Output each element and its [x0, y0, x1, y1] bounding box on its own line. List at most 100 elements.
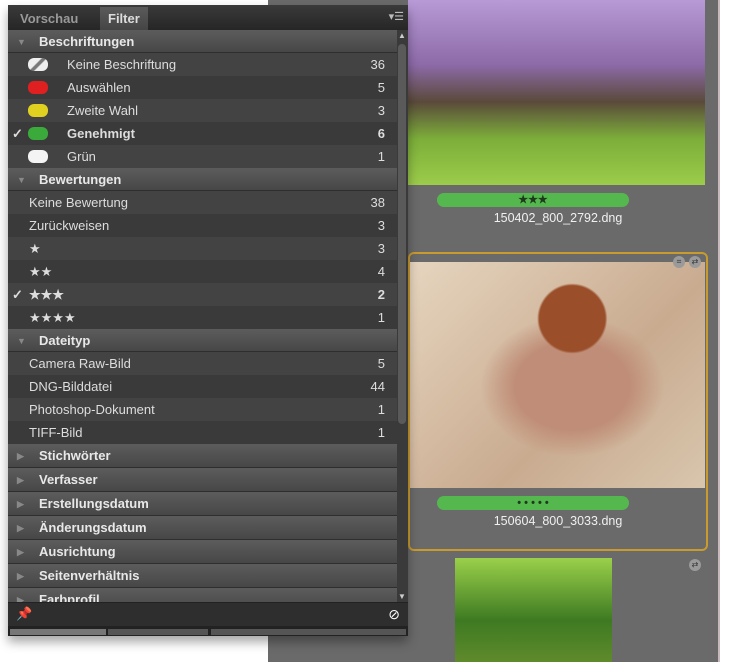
scrollbar-thumb[interactable]	[398, 44, 406, 424]
thumbnail-filename: 150402_800_2792.dng	[493, 211, 623, 225]
filter-item[interactable]: Keine Beschriftung 36	[8, 53, 397, 76]
filter-item-count: 3	[377, 218, 385, 233]
filter-item[interactable]: DNG-Bilddatei 44	[8, 375, 397, 398]
label-color-icon	[28, 150, 48, 163]
filter-item[interactable]: Photoshop-Dokument 1	[8, 398, 397, 421]
filter-item-count: 4	[377, 264, 385, 279]
section-title: Bewertungen	[39, 172, 122, 187]
filetype-header[interactable]: ▼ Dateityp	[8, 329, 397, 352]
disclosure-closed-icon[interactable]: ▶	[17, 493, 24, 516]
filter-item-count: 36	[370, 57, 385, 72]
filter-item-label: ★★★	[29, 287, 64, 302]
filter-item[interactable]: Keine Bewertung 38	[8, 191, 397, 214]
filter-item[interactable]: ✓ Genehmigt 6	[8, 122, 397, 145]
collapsed-0-header[interactable]: ▶ Stichwörter	[8, 444, 397, 468]
collapsed-2-header[interactable]: ▶ Erstellungsdatum	[8, 492, 397, 516]
disclosure-open-icon[interactable]: ▼	[17, 330, 26, 353]
section-title: Dateityp	[39, 333, 91, 348]
filter-item[interactable]: Auswählen 5	[8, 76, 397, 99]
thumbnail-image[interactable]	[408, 0, 705, 185]
ratings-section: Keine Bewertung 38 Zurückweisen 3 ★ 3 ★★ 4 ✓ ★★★ 2…	[8, 191, 397, 329]
label-color-icon	[28, 127, 48, 140]
filter-item-count: 1	[377, 149, 385, 164]
scrollbar[interactable]: ▲ ▼	[397, 30, 408, 602]
filter-item-count: 38	[370, 195, 385, 210]
collapsed-1-header[interactable]: ▶ Verfasser	[8, 468, 397, 492]
section-title: Stichwörter	[39, 448, 111, 463]
disclosure-closed-icon[interactable]: ▶	[17, 589, 24, 602]
filter-item-count: 3	[377, 103, 385, 118]
label-color-icon	[28, 104, 48, 117]
scroll-down-icon[interactable]: ▼	[398, 592, 406, 601]
collapsed-4-header[interactable]: ▶ Ausrichtung	[8, 540, 397, 564]
clear-filter-icon[interactable]: ⊘	[388, 606, 400, 623]
scroll-up-icon[interactable]: ▲	[398, 31, 406, 40]
collapsed-6-header[interactable]: ▶ Farbprofil	[8, 588, 397, 602]
filter-item-label: ★	[29, 241, 41, 256]
pin-icon[interactable]: 📌	[16, 606, 32, 622]
filter-item-count: 1	[377, 402, 385, 417]
filter-item-label: TIFF-Bild	[29, 425, 83, 440]
filter-item-count: 5	[377, 80, 385, 95]
panel-bottom-bar	[8, 626, 408, 636]
filter-item[interactable]: ★★★★ 1	[8, 306, 397, 329]
filter-item-label: DNG-Bilddatei	[29, 379, 113, 394]
section-title: Beschriftungen	[39, 34, 135, 49]
filter-item-count: 5	[377, 356, 385, 371]
filter-item[interactable]: ★★ 4	[8, 260, 397, 283]
labels-header[interactable]: ▼ Beschriftungen	[8, 30, 397, 53]
section-title: Verfasser	[39, 472, 98, 487]
rating-bar[interactable]: ★★★	[437, 193, 629, 207]
filter-item-label: Genehmigt	[67, 126, 135, 141]
thumbnail-filename: 150604_800_3033.dng	[493, 514, 623, 528]
filter-item[interactable]: Zurückweisen 3	[8, 214, 397, 237]
filter-item-count: 44	[370, 379, 385, 394]
section-title: Ausrichtung	[39, 544, 116, 559]
filter-item-label: ★★	[29, 264, 53, 279]
disclosure-closed-icon[interactable]: ▶	[17, 469, 24, 492]
tab-filter[interactable]: Filter	[100, 7, 148, 30]
rating-bar[interactable]: • • • • •	[437, 496, 629, 510]
disclosure-open-icon[interactable]: ▼	[17, 31, 26, 54]
filetype-section: Camera Raw-Bild 5 DNG-Bilddatei 44 Photoshop…	[8, 352, 397, 444]
ratings-header[interactable]: ▼ Bewertungen	[8, 168, 397, 191]
label-color-icon	[28, 81, 48, 94]
filter-item-label: Zweite Wahl	[67, 103, 139, 118]
crop-icon: ⌗	[673, 256, 685, 268]
check-icon: ✓	[12, 126, 23, 141]
filter-item[interactable]: Grün 1	[8, 145, 397, 168]
disclosure-open-icon[interactable]: ▼	[17, 169, 26, 192]
edited-icon: ⇄	[689, 559, 701, 571]
filter-item[interactable]: ✓ ★★★ 2	[8, 283, 397, 306]
disclosure-closed-icon[interactable]: ▶	[17, 517, 24, 540]
filter-item[interactable]: TIFF-Bild 1	[8, 421, 397, 444]
filter-panel: Vorschau Filter ▾☰ ▼ Beschriftungen Keine …	[8, 5, 408, 636]
thumbnail-image[interactable]	[455, 558, 612, 662]
filter-item-label: Grün	[67, 149, 96, 164]
label-color-icon	[28, 58, 48, 71]
filter-item[interactable]: Camera Raw-Bild 5	[8, 352, 397, 375]
collapsed-5-header[interactable]: ▶ Seitenverhältnis	[8, 564, 397, 588]
filter-item-label: Keine Beschriftung	[67, 57, 177, 72]
filter-item-count: 3	[377, 241, 385, 256]
filter-item-label: Zurückweisen	[29, 218, 110, 233]
section-title: Farbprofil	[39, 592, 100, 602]
labels-section: Keine Beschriftung 36 Auswählen 5 Zweite Wah…	[8, 53, 397, 168]
disclosure-closed-icon[interactable]: ▶	[17, 565, 24, 588]
filter-item[interactable]: Zweite Wahl 3	[8, 99, 397, 122]
disclosure-closed-icon[interactable]: ▶	[17, 541, 24, 564]
tab-preview[interactable]: Vorschau	[12, 7, 86, 30]
filter-item-label: Keine Bewertung	[29, 195, 129, 210]
filter-item-label: Photoshop-Dokument	[29, 402, 155, 417]
section-title: Seitenverhältnis	[39, 568, 140, 583]
edited-icon: ⇄	[689, 256, 701, 268]
collapsed-3-header[interactable]: ▶ Änderungsdatum	[8, 516, 397, 540]
disclosure-closed-icon[interactable]: ▶	[17, 445, 24, 468]
filter-item-count: 1	[377, 425, 385, 440]
panel-menu-icon[interactable]: ▾☰	[389, 10, 404, 23]
filter-item-label: Auswählen	[67, 80, 131, 95]
check-icon: ✓	[12, 287, 23, 302]
filter-item[interactable]: ★ 3	[8, 237, 397, 260]
filter-item-label: ★★★★	[29, 310, 76, 325]
thumbnail-image[interactable]	[410, 262, 705, 488]
